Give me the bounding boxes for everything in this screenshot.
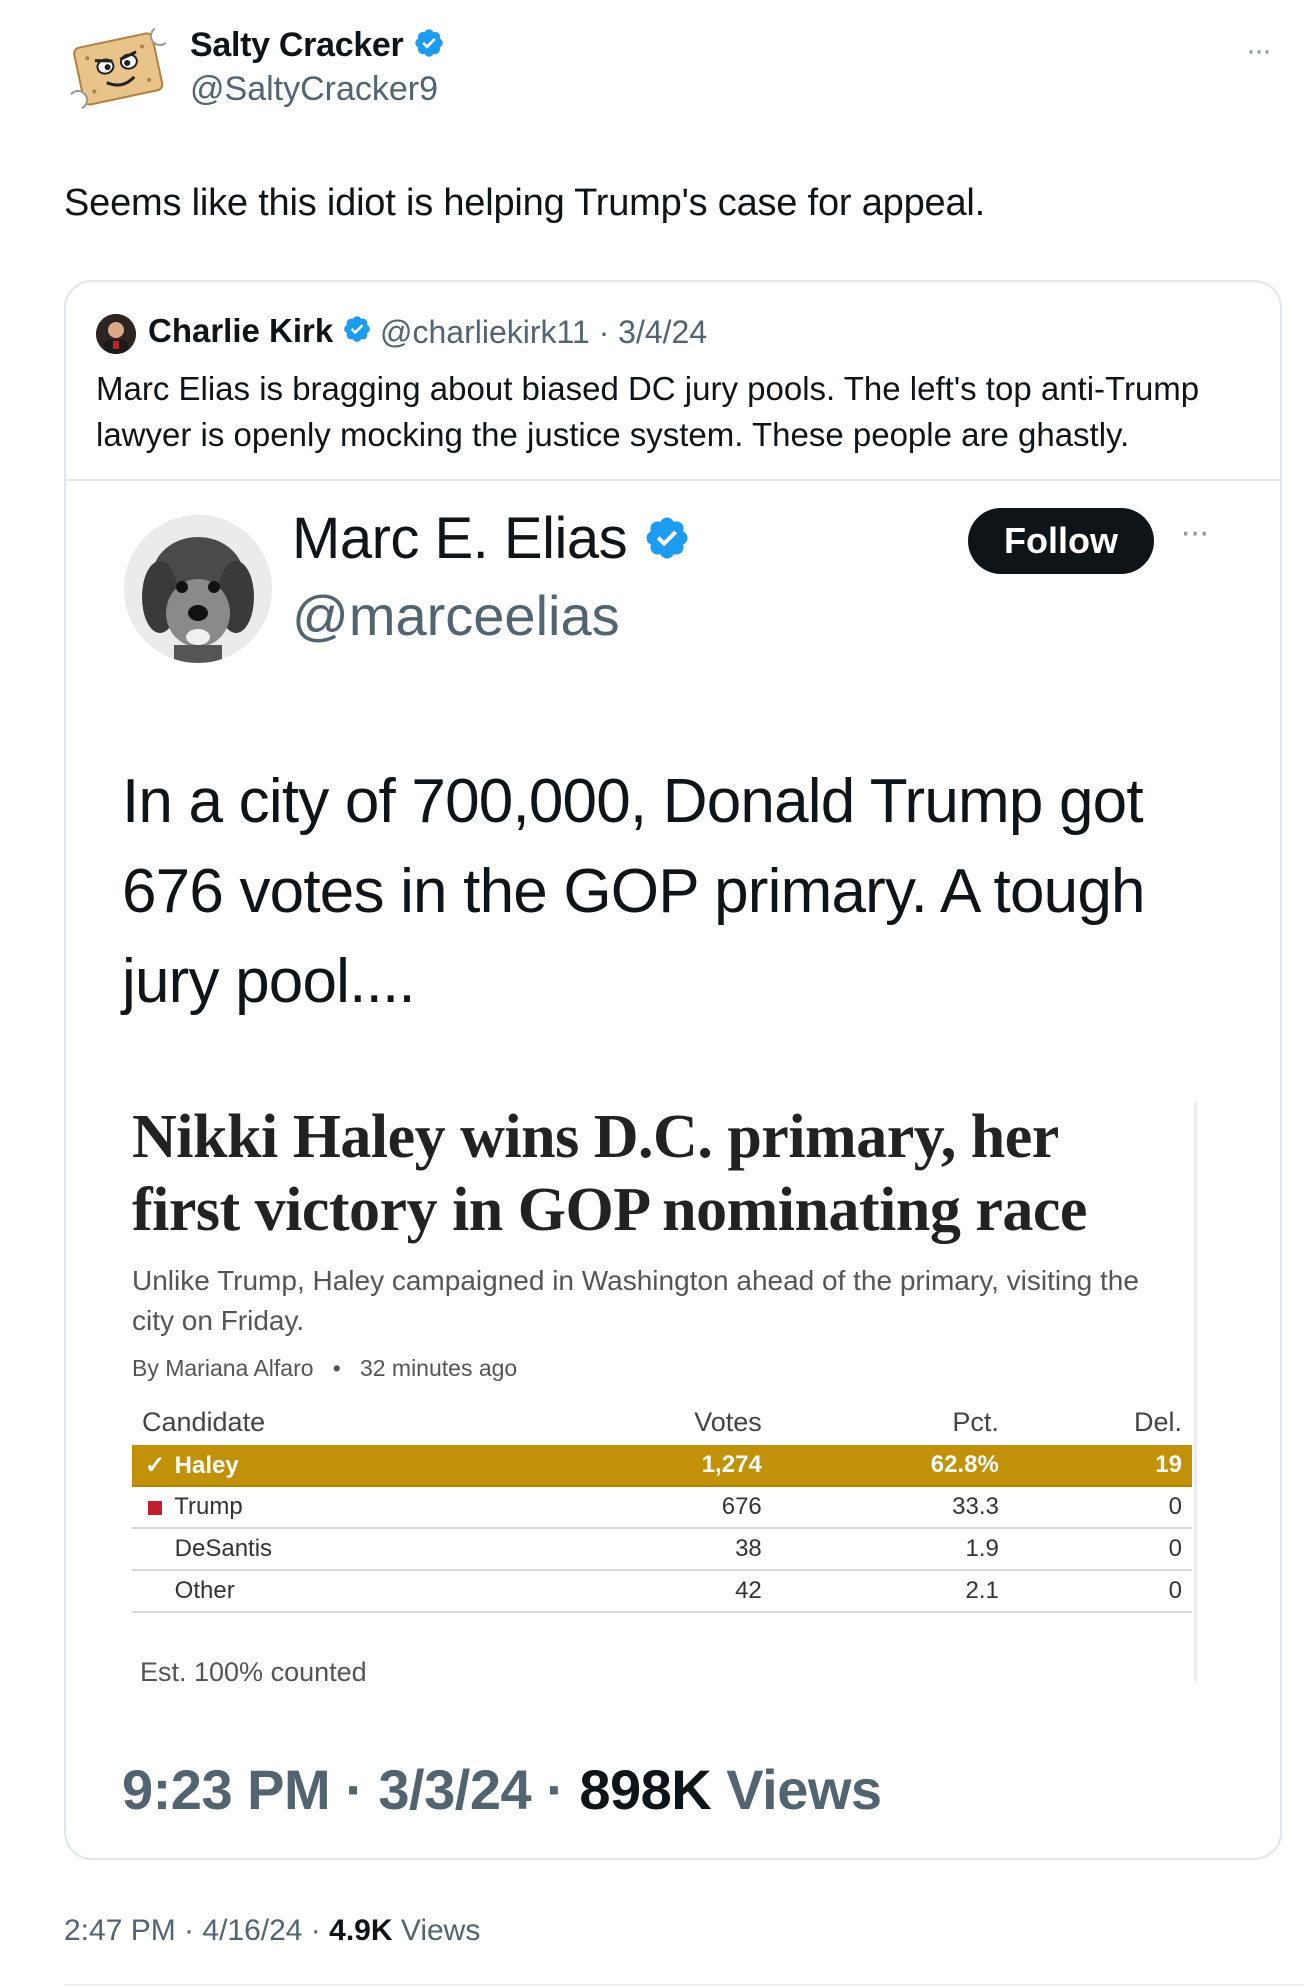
- byline-separator: •: [319, 1355, 354, 1381]
- table-row: Trump 676 33.3 0: [132, 1486, 1192, 1529]
- candidate-name: Haley: [174, 1451, 239, 1479]
- byline-time: 32 minutes ago: [359, 1355, 518, 1381]
- embedded-timestamp: 9:23 PM · 3/3/24 ·: [122, 1758, 580, 1821]
- author-name-row[interactable]: Salty Cracker: [190, 26, 445, 68]
- pct-cell: 33.3: [771, 1486, 1009, 1529]
- quoted-date: 3/4/24: [618, 314, 708, 350]
- embedded-views-label: Views: [711, 1758, 882, 1821]
- results-table: Candidate Votes Pct. Del. ✓ Haley 1,274 …: [132, 1399, 1192, 1613]
- del-cell: 0: [1008, 1486, 1192, 1529]
- meta-separator: ·: [589, 314, 619, 350]
- results-header-row: Candidate Votes Pct. Del.: [132, 1399, 1192, 1445]
- news-article-screenshot: Nikki Haley wins D.C. primary, her first…: [118, 1101, 1197, 1687]
- quoted-tweet-card[interactable]: Charlie Kirk @charliekirk11 · 3/4/24 Mar…: [64, 280, 1282, 1860]
- quoted-author-meta: @charliekirk11 · 3/4/24: [380, 314, 707, 351]
- article-subheading: Unlike Trump, Haley campaigned in Washin…: [132, 1265, 1139, 1336]
- table-row: Other 42 2.1 0: [132, 1570, 1192, 1613]
- checkmark-icon: ✓: [144, 1451, 166, 1479]
- divider: [64, 1984, 1304, 1986]
- tweet-views-label: Views: [392, 1914, 481, 1947]
- verified-badge-icon: [413, 27, 445, 68]
- del-cell: 0: [1008, 1570, 1192, 1613]
- quoted-media-image[interactable]: Marc E. Elias @marceelias Follow ··· In …: [66, 479, 1280, 1858]
- del-cell: 0: [1008, 1528, 1192, 1571]
- votes-cell: 676: [536, 1486, 772, 1529]
- pct-cell: 62.8%: [771, 1445, 1009, 1487]
- votes-cell: 1,274: [536, 1445, 772, 1487]
- follow-button: Follow: [968, 508, 1154, 574]
- candidate-name: Trump: [174, 1493, 243, 1520]
- pct-cell: 1.9: [771, 1528, 1009, 1571]
- header-pct: Pct.: [952, 1406, 999, 1437]
- more-options-icon[interactable]: ···: [1246, 34, 1272, 68]
- embedded-author-name: Marc E. Elias: [292, 506, 628, 571]
- tweet-timestamp[interactable]: 2:47 PM · 4/16/24 ·: [64, 1914, 329, 1947]
- candidate-name: DeSantis: [174, 1535, 273, 1562]
- article-byline: By Mariana Alfaro • 32 minutes ago: [132, 1355, 517, 1382]
- results-footnote: Est. 100% counted: [140, 1657, 367, 1687]
- votes-cell: 38: [536, 1528, 772, 1571]
- header-candidate: Candidate: [142, 1406, 266, 1437]
- quoted-author-avatar: [96, 314, 136, 354]
- embedded-views-count: 898K: [579, 1758, 712, 1821]
- byline-author: By Mariana Alfaro: [132, 1355, 314, 1381]
- embedded-author-name-row: Marc E. Elias: [292, 505, 691, 576]
- embedded-tweet-footer: 9:23 PM · 3/3/24 · 898K Views: [122, 1757, 882, 1822]
- tweet-views-count: 4.9K: [329, 1914, 393, 1947]
- more-options-icon: ···: [1180, 513, 1210, 551]
- trump-marker-icon: [148, 1500, 162, 1515]
- author-name[interactable]: Salty Cracker: [190, 26, 404, 64]
- elias-dog-avatar: [124, 515, 272, 663]
- candidate-name: Other: [174, 1577, 235, 1604]
- verified-badge-icon: [342, 314, 372, 352]
- tweet-footer: 2:47 PM · 4/16/24 · 4.9K Views: [64, 1914, 480, 1948]
- quoted-author-name: Charlie Kirk: [148, 312, 334, 349]
- salty-cracker-avatar[interactable]: [64, 14, 172, 122]
- quoted-author-name-row: Charlie Kirk: [148, 312, 372, 352]
- embedded-tweet-text: In a city of 700,000, Donald Trump got 6…: [122, 767, 1146, 1016]
- votes-cell: 42: [536, 1570, 772, 1613]
- table-row: DeSantis 38 1.9 0: [132, 1528, 1192, 1571]
- author-handle[interactable]: @SaltyCracker9: [190, 70, 438, 109]
- pct-cell: 2.1: [771, 1570, 1009, 1613]
- table-row: ✓ Haley 1,274 62.8% 19: [132, 1445, 1192, 1487]
- article-headline: Nikki Haley wins D.C. primary, her first…: [132, 1103, 1087, 1244]
- header-del: Del.: [1133, 1406, 1182, 1437]
- tweet-text: Seems like this idiot is helping Trump's…: [64, 182, 985, 224]
- quoted-tweet-text: Marc Elias is bragging about biased DC j…: [96, 370, 1200, 453]
- verified-badge-icon: [643, 509, 691, 576]
- header-votes: Votes: [694, 1406, 762, 1437]
- quoted-author-handle: @charliekirk11: [380, 314, 590, 350]
- del-cell: 19: [1008, 1445, 1192, 1487]
- embedded-author-handle: @marceelias: [292, 584, 620, 647]
